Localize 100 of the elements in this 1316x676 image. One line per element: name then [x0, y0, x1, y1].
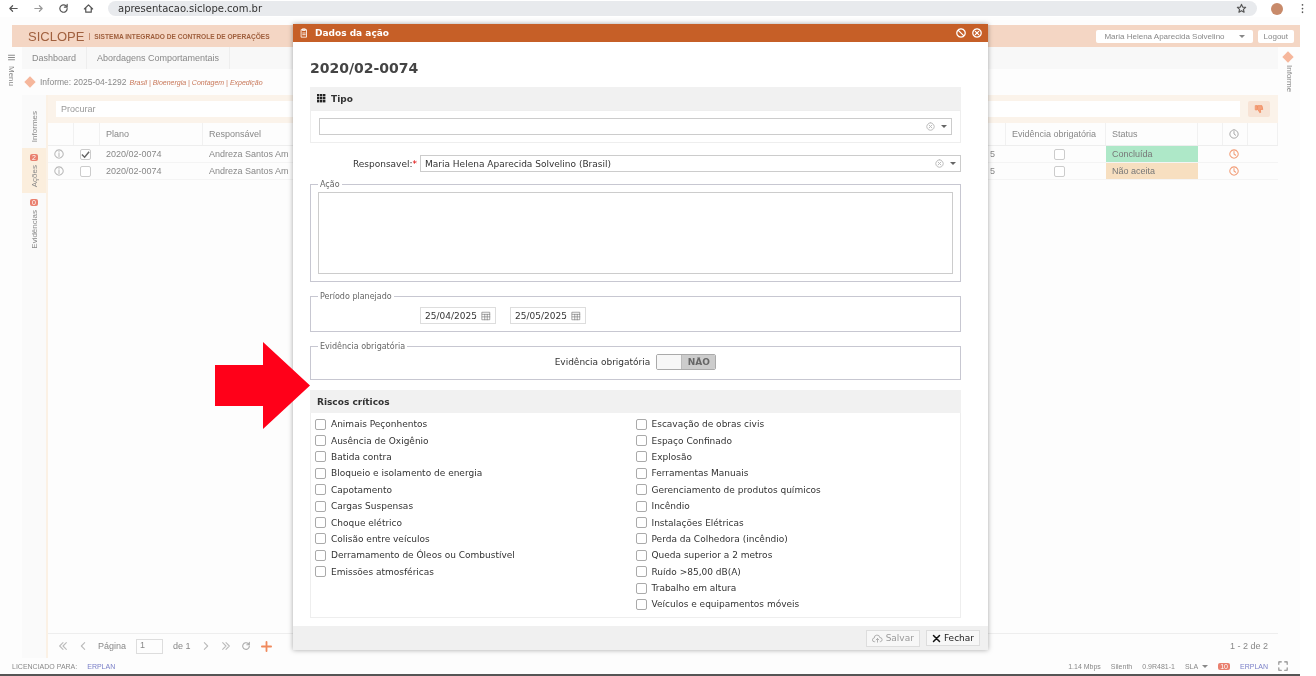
checkbox[interactable]: [635, 549, 647, 561]
checkbox[interactable]: [1053, 165, 1065, 177]
checkbox[interactable]: [315, 451, 326, 463]
date-field[interactable]: 25/04/2025: [420, 307, 496, 324]
info-icon[interactable]: [54, 166, 64, 176]
thumbs-down-icon: [1254, 104, 1264, 114]
reload-icon[interactable]: [58, 3, 69, 14]
informe-tab[interactable]: Informe: [1284, 65, 1294, 93]
checkbox[interactable]: [635, 517, 647, 529]
checkbox-label: Derramamento de Óleos ou Combustível: [331, 550, 515, 561]
checkbox[interactable]: [315, 484, 326, 496]
checkbox[interactable]: [315, 533, 326, 545]
back-icon[interactable]: [8, 3, 19, 14]
checkbox[interactable]: [315, 549, 326, 561]
menu-icon[interactable]: [6, 53, 16, 62]
status-cell: Não aceita: [1106, 163, 1198, 179]
filter-button[interactable]: [1248, 101, 1270, 117]
menu-label[interactable]: Menu: [6, 66, 16, 86]
tipo-select[interactable]: [319, 118, 952, 135]
checkbox-label: Queda superior a 2 metros: [651, 550, 773, 561]
periodo-group: Período planejado 25/04/2025 25/05/2025: [310, 292, 961, 332]
table-cell-text: 2020/02-0074: [105, 165, 163, 178]
clock-icon: [1229, 129, 1239, 139]
checkbox[interactable]: [635, 582, 647, 594]
clock-icon[interactable]: [1229, 166, 1239, 176]
user-dropdown[interactable]: Maria Helena Aparecida Solvelino: [1096, 29, 1253, 43]
checkbox-label: Ferramentas Manuais: [651, 468, 749, 479]
star-icon[interactable]: [1236, 3, 1247, 14]
acao-group: Ação: [310, 180, 961, 282]
last-page-icon[interactable]: [220, 641, 231, 651]
checkbox[interactable]: [635, 435, 647, 447]
table-cell-text: 5: [989, 148, 996, 161]
avatar[interactable]: [1271, 2, 1283, 15]
checkbox[interactable]: [635, 500, 647, 512]
checkbox-label: Emissões atmosféricas: [331, 566, 434, 577]
record-count: 1 - 2 de 2: [1229, 641, 1268, 651]
checkbox[interactable]: [635, 467, 647, 479]
checkbox[interactable]: [635, 418, 647, 430]
logout-button[interactable]: Logout: [1257, 29, 1294, 43]
address-bar[interactable]: apresentacao.siclope.com.br: [108, 1, 1257, 16]
toggle-label: Evidência obrigatória: [554, 357, 651, 367]
checkbox[interactable]: [635, 484, 647, 496]
checkbox[interactable]: [315, 517, 326, 529]
checkbox-label: Animais Peçonhentos: [331, 419, 428, 430]
calendar-icon: [571, 310, 581, 321]
forward-icon[interactable]: [33, 3, 44, 14]
fullscreen-icon[interactable]: [1278, 661, 1288, 671]
checkbox[interactable]: [1053, 148, 1065, 160]
first-page-icon[interactable]: [58, 641, 68, 651]
page-field[interactable]: 1: [136, 638, 164, 654]
prev-page-icon[interactable]: [78, 641, 88, 651]
url-text: apresentacao.siclope.com.br: [118, 3, 263, 14]
clear-icon[interactable]: [926, 122, 935, 131]
close-icon[interactable]: [972, 28, 982, 38]
table-cell-text: 2020/02-0074: [105, 148, 163, 161]
checkbox-label: Veículos e equipamentos móveis: [651, 599, 800, 610]
clear-icon[interactable]: [935, 159, 944, 168]
checkbox[interactable]: [635, 451, 647, 463]
checkbox-label: Perda da Colhedora (incêndio): [651, 533, 788, 544]
column-header: Evidência obrigatória: [1006, 123, 1106, 145]
acao-field[interactable]: [318, 192, 953, 274]
checkbox-label: Colisão entre veículos: [331, 533, 430, 544]
date-field[interactable]: 25/05/2025: [510, 307, 586, 324]
checkbox[interactable]: [315, 500, 326, 512]
side-tab[interactable]: Informes: [22, 105, 46, 149]
clock-icon[interactable]: [1229, 149, 1239, 159]
checkbox-label: Ruído >85,00 dB(A): [651, 566, 741, 577]
table-cell: Andreza Santos Am: [209, 166, 289, 176]
info-icon[interactable]: [54, 149, 64, 159]
close-button[interactable]: Fechar: [925, 630, 980, 646]
dialog-title: Dados da ação: [315, 28, 389, 38]
grid-icon: [317, 94, 326, 103]
checkbox-label: Trabalho em altura: [651, 583, 737, 594]
checkbox-label: Batida contra: [331, 451, 392, 462]
checkbox[interactable]: [80, 165, 91, 177]
checkbox-label: Gerenciamento de produtos químicos: [651, 484, 821, 495]
nav-tab[interactable]: Abordagens Comportamentais: [87, 47, 231, 69]
toggle-switch[interactable]: NÃO: [656, 354, 717, 370]
checkbox[interactable]: [635, 566, 647, 578]
informe-title: Informe: 2025-04-1292: [40, 77, 127, 87]
refresh-icon[interactable]: [240, 641, 251, 651]
checkbox[interactable]: [315, 467, 326, 479]
checkbox[interactable]: [315, 418, 326, 430]
checkbox[interactable]: [80, 148, 91, 160]
checkbox[interactable]: [315, 435, 326, 447]
checkbox[interactable]: [315, 566, 326, 578]
add-icon[interactable]: [260, 640, 272, 652]
status-cell: Concluída: [1106, 146, 1198, 162]
page-total: de 1: [173, 641, 191, 651]
section-header: Riscos críticos: [310, 390, 961, 413]
responsavel-select[interactable]: Maria Helena Aparecida Solvelino (Brasil): [420, 155, 961, 172]
column-header: Status: [1106, 123, 1198, 145]
checkbox[interactable]: [635, 599, 647, 610]
checkbox-label: Bloqueio e isolamento de energia: [331, 468, 483, 479]
home-icon[interactable]: [83, 3, 94, 14]
nav-tab[interactable]: Dashboard: [22, 47, 88, 69]
checkbox[interactable]: [635, 533, 647, 545]
app-logo: SICLOPE: [28, 28, 85, 44]
block-icon[interactable]: [956, 28, 966, 38]
checkbox-label: Choque elétrico: [331, 517, 403, 528]
